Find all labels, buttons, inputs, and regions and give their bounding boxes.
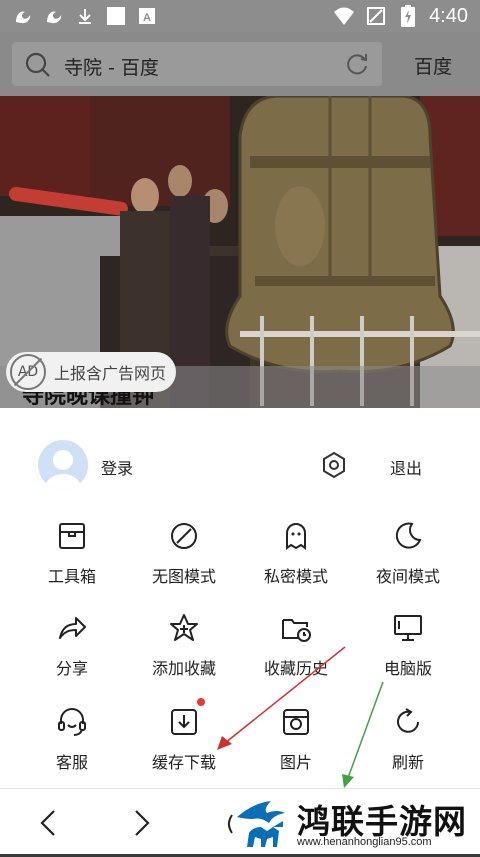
forward-icon[interactable] bbox=[130, 807, 154, 843]
back-icon[interactable] bbox=[36, 807, 60, 843]
watermark-logo bbox=[233, 793, 291, 853]
annotation-arrows bbox=[217, 646, 384, 788]
site-watermark: 鸿联手游网 www.henanhonglian95.com bbox=[233, 793, 480, 853]
watermark-url: www.henanhonglian95.com bbox=[297, 836, 432, 848]
